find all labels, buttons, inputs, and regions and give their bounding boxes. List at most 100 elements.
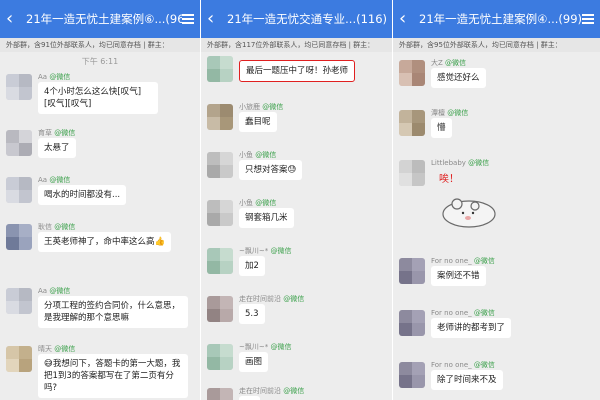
message-bubble[interactable]: 只想对答案😓 — [239, 160, 303, 180]
wechat-tag: @微信 — [270, 247, 292, 255]
avatar[interactable] — [207, 152, 233, 178]
avatar[interactable] — [207, 248, 233, 274]
chat-header: ‹ 21年一造无忧土建案例④...(99) — [393, 0, 600, 38]
avatar[interactable] — [6, 346, 32, 372]
message-list: 下午 6:11 Aa @微信 4个小时怎么这么快[叹气][叹气][叹气] 育草 … — [0, 52, 200, 398]
menu-icon[interactable] — [582, 12, 594, 26]
sender-name: Littlebaby @微信 — [431, 158, 489, 168]
chat-header: ‹ 21年一造无忧交通专业...(116) — [201, 0, 392, 38]
message-bubble[interactable]: 蠢目呢 — [239, 112, 277, 132]
message-bubble[interactable]: 懵 — [431, 118, 452, 138]
avatar[interactable] — [399, 60, 425, 86]
sender-nick: 大Z — [431, 59, 443, 67]
wechat-tag: @微信 — [445, 59, 467, 67]
message-bubble[interactable]: 高 — [239, 396, 260, 400]
wechat-tag: @微信 — [54, 345, 76, 353]
sender-name: 走在时间前沿 @微信 — [239, 386, 304, 396]
message-bubble[interactable]: 最后一题压中了呀！孙老师 — [239, 60, 356, 82]
avatar[interactable] — [207, 388, 233, 400]
sender-name: ~飘川~* @微信 — [239, 342, 291, 352]
avatar[interactable] — [207, 104, 233, 130]
avatar[interactable] — [6, 74, 32, 100]
wechat-tag: @微信 — [473, 361, 495, 369]
wechat-tag: @微信 — [49, 73, 71, 81]
avatar[interactable] — [399, 160, 425, 186]
message-bubble[interactable]: 4个小时怎么这么快[叹气][叹气][叹气] — [38, 82, 158, 114]
sender-nick: Aa — [38, 176, 48, 184]
wechat-tag: @微信 — [54, 129, 76, 137]
sender-name: 小旅鹿 @微信 — [239, 102, 283, 112]
sender-name: Aa @微信 — [38, 175, 70, 185]
sender-nick: 小鱼 — [239, 199, 253, 207]
chat-title: 21年一造无忧土建案例⑥...(96) — [26, 12, 182, 26]
chat-panel-2: ‹ 21年一造无忧交通专业...(116) 外部群，含117位外部联系人，均已同… — [201, 0, 392, 400]
message-bubble[interactable]: 喝水的时间都没有... — [38, 185, 127, 205]
avatar[interactable] — [6, 288, 32, 314]
avatar[interactable] — [399, 110, 425, 136]
sender-name: Aa @微信 — [38, 72, 70, 82]
group-info: 外部群，含95位外部联系人，均已同意存档 | 群主： — [393, 38, 600, 52]
message-bubble[interactable]: 除了时间来不及 — [431, 370, 503, 390]
message-bubble[interactable]: 感觉还好么 — [431, 68, 486, 88]
sender-nick: 走在时间前沿 — [239, 295, 281, 303]
avatar[interactable] — [399, 258, 425, 284]
back-arrow-icon[interactable]: ‹ — [207, 10, 223, 28]
sender-nick: ~飘川~* — [239, 247, 269, 255]
sender-nick: ~飘川~* — [239, 343, 269, 351]
sender-nick: Aa — [38, 73, 48, 81]
sender-nick: For no one_ — [431, 309, 472, 317]
wechat-tag: @微信 — [54, 223, 76, 231]
avatar[interactable] — [207, 200, 233, 226]
chat-panel-3: ‹ 21年一造无忧土建案例④...(99) 外部群，含95位外部联系人，均已同意… — [393, 0, 600, 400]
avatar[interactable] — [207, 56, 233, 82]
wechat-tag: @微信 — [473, 257, 495, 265]
sender-name: 小鱼 @微信 — [239, 198, 276, 208]
avatar[interactable] — [6, 177, 32, 203]
message-bubble[interactable]: 画图 — [239, 352, 269, 372]
sender-nick: 育草 — [38, 129, 52, 137]
sender-name: 晴天 @微信 — [38, 344, 75, 354]
sender-nick: For no one_ — [431, 361, 472, 369]
message-bubble[interactable]: 太悬了 — [38, 138, 76, 158]
avatar[interactable] — [399, 362, 425, 388]
sender-nick: 耿信 — [38, 223, 52, 231]
wechat-tag: @微信 — [49, 287, 71, 295]
message-bubble[interactable]: 老师讲的都考到了 — [431, 318, 512, 338]
sender-name: Aa @微信 — [38, 286, 70, 296]
wechat-tag: @微信 — [283, 295, 305, 303]
sender-name: For no one_ @微信 — [431, 360, 495, 370]
sender-nick: Littlebaby — [431, 159, 466, 167]
sender-name: 育草 @微信 — [38, 128, 75, 138]
wechat-tag: @微信 — [473, 309, 495, 317]
wechat-tag: @微信 — [255, 151, 277, 159]
message-bubble[interactable]: 案例还不错 — [431, 266, 486, 286]
avatar[interactable] — [207, 296, 233, 322]
wechat-tag: @微信 — [255, 199, 277, 207]
back-arrow-icon[interactable]: ‹ — [6, 10, 22, 28]
avatar[interactable] — [6, 224, 32, 250]
sender-nick: 小鱼 — [239, 151, 253, 159]
message-bubble[interactable]: 加2 — [239, 256, 265, 276]
avatar[interactable] — [207, 344, 233, 370]
message-bubble[interactable]: 分项工程的签约合同价，什么意思，是我理解的那个意思嘛 — [38, 296, 188, 328]
sender-name: ~飘川~* @微信 — [239, 246, 291, 256]
back-arrow-icon[interactable]: ‹ — [399, 10, 415, 28]
wechat-tag: @微信 — [283, 387, 305, 395]
wechat-tag: @微信 — [468, 159, 490, 167]
chat-title: 21年一造无忧交通专业...(116) — [227, 12, 386, 26]
message-bubble[interactable]: 钢套箱几米 — [239, 208, 294, 228]
menu-icon[interactable] — [182, 12, 194, 26]
chat-title: 21年一造无忧土建案例④...(99) — [419, 12, 582, 26]
message-bubble[interactable]: 5.3 — [239, 304, 265, 324]
message-bubble[interactable]: 😅我想问下，答题卡的第一大题，我把1到3的答案都写在了第二页有分吗? — [38, 354, 188, 398]
avatar[interactable] — [399, 310, 425, 336]
avatar[interactable] — [6, 130, 32, 156]
chat-panel-1: ‹ 21年一造无忧土建案例⑥...(96) 外部群，含91位外部联系人，均已同意… — [0, 0, 200, 400]
wechat-tag: @微信 — [270, 343, 292, 351]
chat-header: ‹ 21年一造无忧土建案例⑥...(96) — [0, 0, 200, 38]
sender-name: 小鱼 @微信 — [239, 150, 276, 160]
sender-nick: For no one_ — [431, 257, 472, 265]
group-info: 外部群，含117位外部联系人，均已同意存档 | 群主： — [201, 38, 392, 52]
message-bubble[interactable]: 王英老师神了，命中率这么高👍 — [38, 232, 172, 252]
timestamp: 下午 6:11 — [81, 57, 119, 66]
